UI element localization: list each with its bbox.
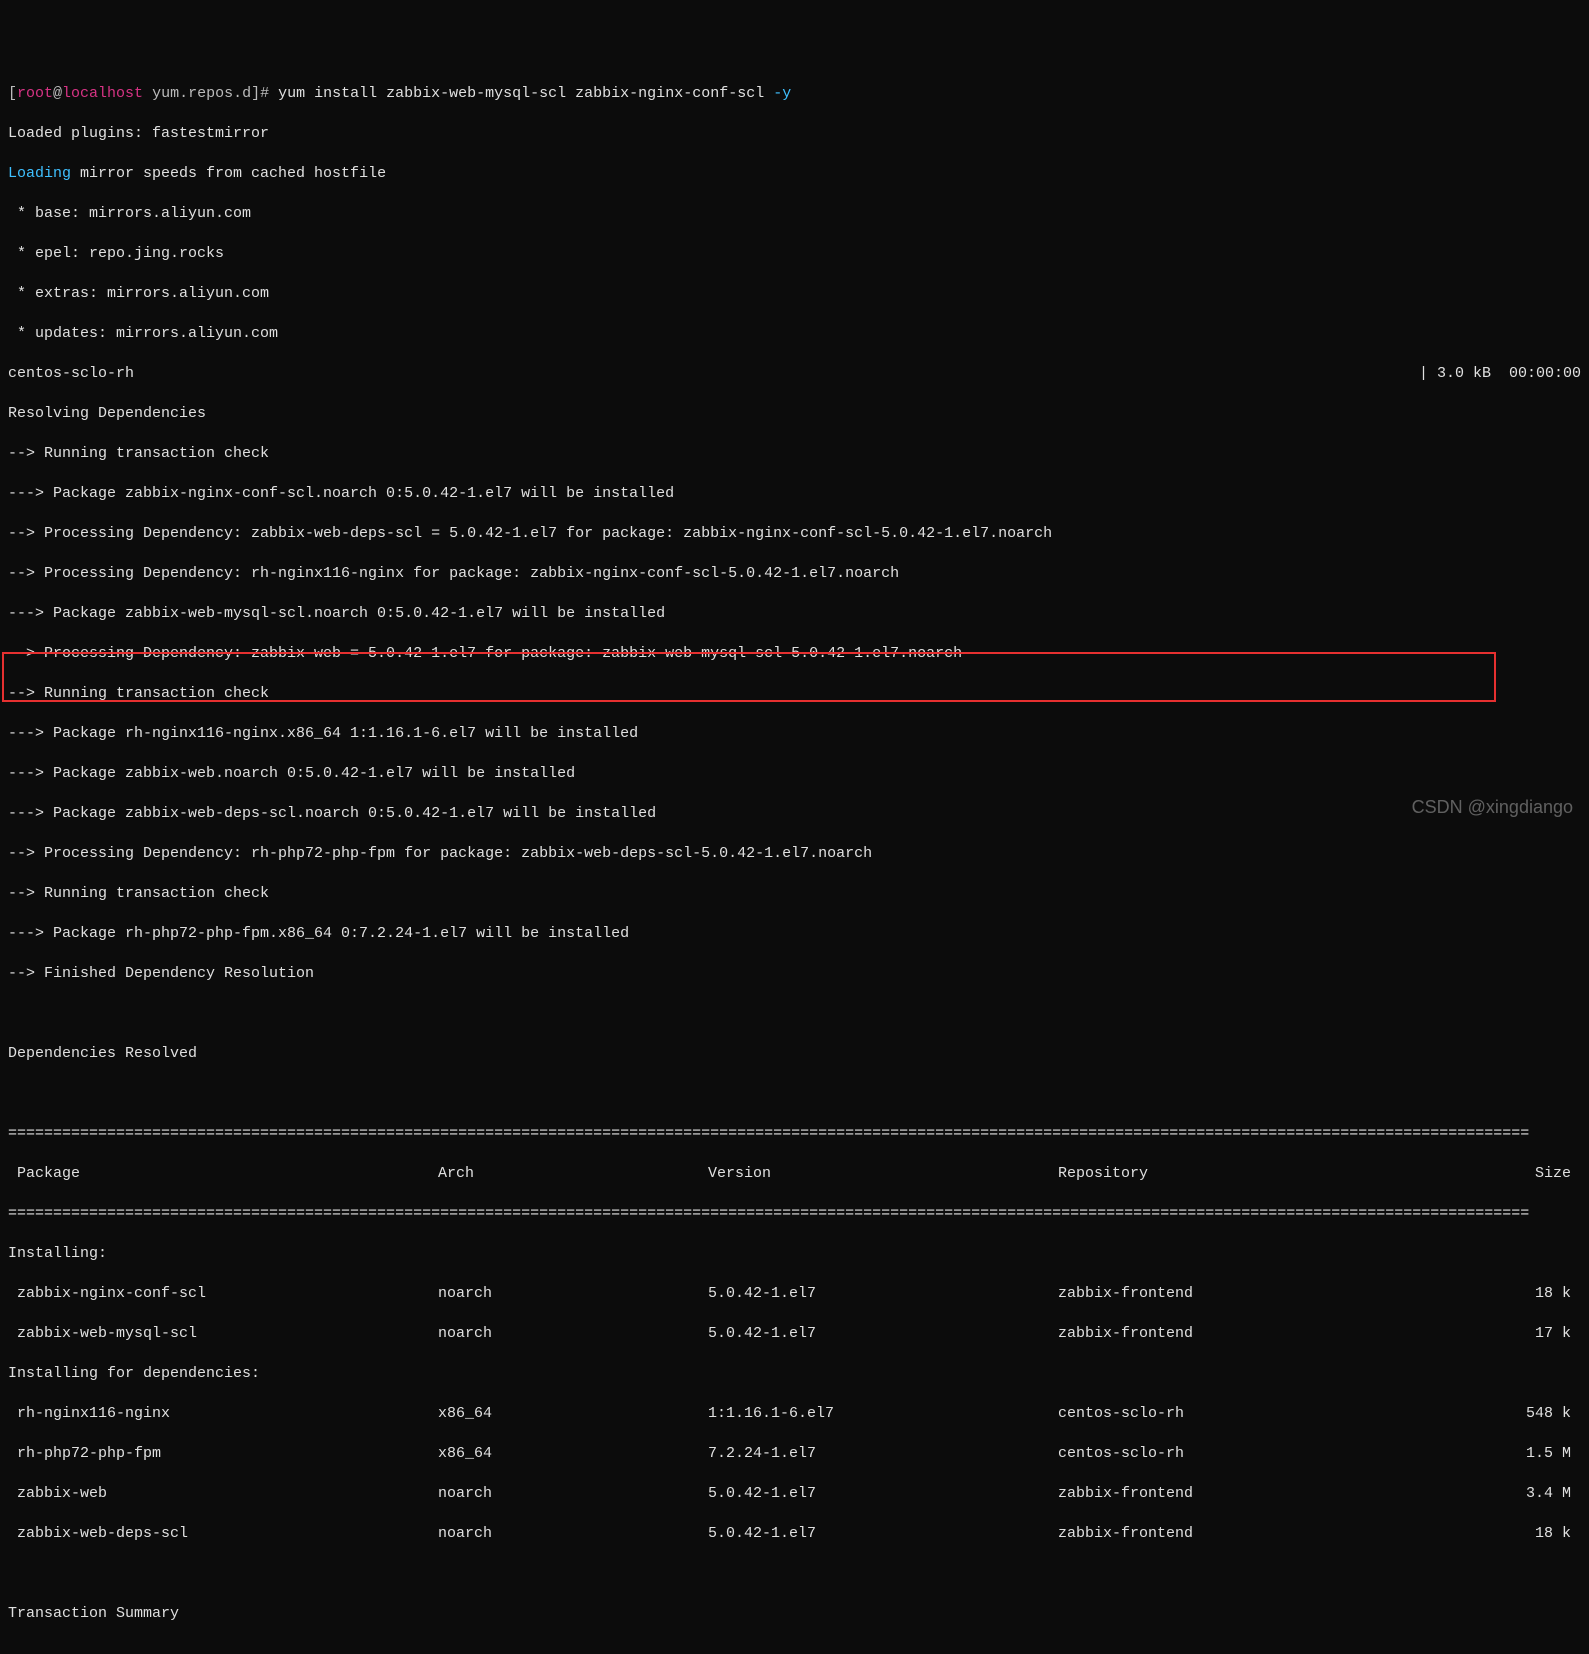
loading-word: Loading	[8, 165, 71, 182]
cell-pkg: zabbix-web-mysql-scl	[8, 1324, 438, 1344]
out-line: Loading mirror speeds from cached hostfi…	[8, 164, 1581, 184]
cell-size: 548 k	[1428, 1404, 1581, 1424]
cell-ver: 1:1.16.1-6.el7	[708, 1404, 1058, 1424]
prompt-command: yum install zabbix-web-mysql-scl zabbix-…	[278, 85, 764, 102]
prompt-line[interactable]: [root@localhost yum.repos.d]# yum instal…	[8, 84, 1581, 104]
section-installing: Installing:	[8, 1244, 1581, 1264]
out-line: * epel: repo.jing.rocks	[8, 244, 1581, 264]
cell-repo: centos-sclo-rh	[1058, 1404, 1428, 1424]
cell-ver: 5.0.42-1.el7	[708, 1324, 1058, 1344]
blank-line	[8, 1004, 1581, 1024]
out-line: ---> Package rh-php72-php-fpm.x86_64 0:7…	[8, 924, 1581, 944]
cell-size: 3.4 M	[1428, 1484, 1581, 1504]
table-row: rh-nginx116-nginx x86_64 1:1.16.1-6.el7 …	[8, 1404, 1581, 1424]
cell-ver: 5.0.42-1.el7	[708, 1284, 1058, 1304]
cell-arch: noarch	[438, 1484, 708, 1504]
out-line: Resolving Dependencies	[8, 404, 1581, 424]
prompt-flag: -y	[773, 85, 791, 102]
repo-name: centos-sclo-rh	[8, 364, 134, 384]
cell-repo: zabbix-frontend	[1058, 1324, 1428, 1344]
table-row: zabbix-web-deps-scl noarch 5.0.42-1.el7 …	[8, 1524, 1581, 1544]
cell-repo: zabbix-frontend	[1058, 1484, 1428, 1504]
separator: ========================================…	[8, 1124, 1581, 1144]
out-line: Dependencies Resolved	[8, 1044, 1581, 1064]
table-row: zabbix-nginx-conf-scl noarch 5.0.42-1.el…	[8, 1284, 1581, 1304]
cell-size: 17 k	[1428, 1324, 1581, 1344]
cell-size: 1.5 M	[1428, 1444, 1581, 1464]
cell-pkg: rh-nginx116-nginx	[8, 1404, 438, 1424]
separator: ========================================…	[8, 1204, 1581, 1224]
out-line: * base: mirrors.aliyun.com	[8, 204, 1581, 224]
cell-size: 18 k	[1428, 1524, 1581, 1544]
out-line: --> Running transaction check	[8, 884, 1581, 904]
out-line: ---> Package zabbix-web.noarch 0:5.0.42-…	[8, 764, 1581, 784]
table-row: zabbix-web noarch 5.0.42-1.el7 zabbix-fr…	[8, 1484, 1581, 1504]
cell-ver: 7.2.24-1.el7	[708, 1444, 1058, 1464]
cell-pkg: rh-php72-php-fpm	[8, 1444, 438, 1464]
cell-repo: zabbix-frontend	[1058, 1284, 1428, 1304]
out-line: ---> Package zabbix-web-deps-scl.noarch …	[8, 804, 1581, 824]
cell-pkg: zabbix-web-deps-scl	[8, 1524, 438, 1544]
out-line: --> Processing Dependency: zabbix-web-de…	[8, 524, 1581, 544]
section-tx-summary: Transaction Summary	[8, 1604, 1581, 1624]
repo-size-time: | 3.0 kB 00:00:00	[1419, 364, 1581, 384]
table-row: rh-php72-php-fpm x86_64 7.2.24-1.el7 cen…	[8, 1444, 1581, 1464]
col-repository: Repository	[1058, 1164, 1428, 1184]
cell-pkg: zabbix-nginx-conf-scl	[8, 1284, 438, 1304]
col-package: Package	[8, 1164, 438, 1184]
out-line: --> Running transaction check	[8, 444, 1581, 464]
out-line: --> Running transaction check	[8, 684, 1581, 704]
cell-arch: noarch	[438, 1524, 708, 1544]
out-line: --> Processing Dependency: rh-php72-php-…	[8, 844, 1581, 864]
cell-size: 18 k	[1428, 1284, 1581, 1304]
prompt-user: root	[17, 85, 53, 102]
out-line: ---> Package rh-nginx116-nginx.x86_64 1:…	[8, 724, 1581, 744]
out-line: Loaded plugins: fastestmirror	[8, 124, 1581, 144]
cell-pkg: zabbix-web	[8, 1484, 438, 1504]
cell-repo: zabbix-frontend	[1058, 1524, 1428, 1544]
out-line: ---> Package zabbix-nginx-conf-scl.noarc…	[8, 484, 1581, 504]
out-line: ---> Package zabbix-web-mysql-scl.noarch…	[8, 604, 1581, 624]
cell-repo: centos-sclo-rh	[1058, 1444, 1428, 1464]
out-line: * extras: mirrors.aliyun.com	[8, 284, 1581, 304]
col-version: Version	[708, 1164, 1058, 1184]
blank-line	[8, 1564, 1581, 1584]
cell-ver: 5.0.42-1.el7	[708, 1524, 1058, 1544]
out-line: * updates: mirrors.aliyun.com	[8, 324, 1581, 344]
col-arch: Arch	[438, 1164, 708, 1184]
table-row: zabbix-web-mysql-scl noarch 5.0.42-1.el7…	[8, 1324, 1581, 1344]
cell-arch: noarch	[438, 1284, 708, 1304]
blank-line	[8, 1084, 1581, 1104]
cell-arch: x86_64	[438, 1444, 708, 1464]
cell-arch: x86_64	[438, 1404, 708, 1424]
out-line: --> Finished Dependency Resolution	[8, 964, 1581, 984]
prompt-host: localhost	[62, 85, 143, 102]
table-header: Package Arch Version Repository Size	[8, 1164, 1581, 1184]
prompt-cwd: yum.repos.d	[152, 85, 251, 102]
out-line: --> Processing Dependency: rh-nginx116-n…	[8, 564, 1581, 584]
col-size: Size	[1428, 1164, 1581, 1184]
section-installing-deps: Installing for dependencies:	[8, 1364, 1581, 1384]
repo-status-line: centos-sclo-rh | 3.0 kB 00:00:00	[8, 364, 1581, 384]
cell-ver: 5.0.42-1.el7	[708, 1484, 1058, 1504]
out-text: mirror speeds from cached hostfile	[71, 165, 386, 182]
out-line: --> Processing Dependency: zabbix-web = …	[8, 644, 1581, 664]
cell-arch: noarch	[438, 1324, 708, 1344]
